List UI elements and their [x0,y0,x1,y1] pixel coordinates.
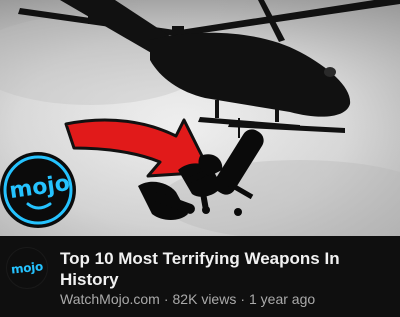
mojo-logo-badge: mojo [0,152,76,228]
view-count: 82K views [172,291,237,307]
video-title[interactable]: Top 10 Most Terrifying Weapons In Histor… [60,248,390,290]
video-card[interactable]: mojo mojo Top 10 Most Terrifying Weapons… [0,0,400,317]
channel-avatar[interactable]: mojo [6,247,48,289]
upload-age: 1 year ago [249,291,316,307]
video-thumbnail[interactable]: mojo [0,0,400,236]
meta-separator: · [240,291,245,307]
channel-avatar-logo: mojo [10,259,44,277]
channel-name[interactable]: WatchMojo.com [60,291,160,307]
video-metadata: WatchMojo.com · 82K views · 1 year ago [60,291,315,307]
video-info: mojo Top 10 Most Terrifying Weapons In H… [0,236,400,317]
meta-separator: · [163,291,169,307]
